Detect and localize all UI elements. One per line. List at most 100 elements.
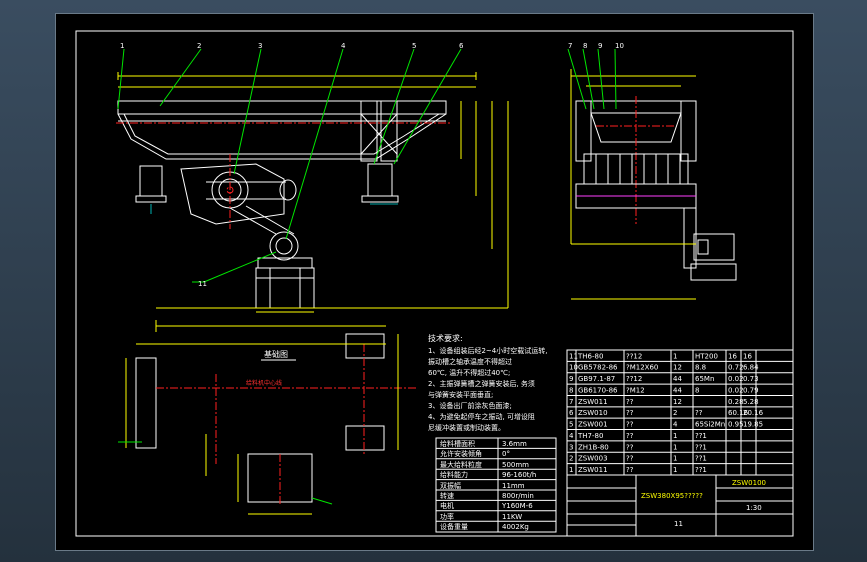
parts-cell: TH7-80 (577, 432, 603, 440)
foundation-plan: 基础图 给料机中心线 (118, 333, 416, 515)
spec-table: 给料槽面积 3.6mm 允许安装倾角 0° 最大给料粒度 500mm 给料能力 … (435, 437, 557, 533)
parts-cell: 8 (695, 386, 699, 394)
spec-value-2: 500mm (502, 461, 529, 469)
parts-cell: ?? (626, 455, 634, 463)
callout-5: 5 (412, 42, 416, 50)
parts-cell: ??1 (695, 455, 707, 463)
parts-cell: 2 (673, 409, 677, 417)
parts-cell: 65Mn (695, 375, 714, 383)
tech-line-4: 2、主振弹簧槽之弹簧安装后, 务须 (428, 379, 535, 388)
parts-cell: 11 (569, 352, 578, 360)
spec-value-1: 0° (502, 450, 510, 458)
foundation-centerline-label: 给料机中心线 (246, 379, 282, 387)
cad-viewport[interactable]: 1 2 3 4 5 6 7 8 9 10 11 基础图 给料机中心线 技术要求:… (0, 0, 867, 562)
parts-cell: 10 (569, 364, 578, 372)
callout-9: 9 (598, 42, 602, 50)
spec-value-7: 11KW (502, 513, 522, 521)
parts-cell: 0.73 (743, 375, 759, 383)
parts-cell: 0.28 (728, 398, 744, 406)
parts-cell: ??1 (695, 432, 707, 440)
parts-cell: 5.28 (743, 398, 759, 406)
parts-cell: ??1 (695, 443, 707, 451)
parts-cell: GB6170-86 (578, 386, 618, 394)
callout-4: 4 (341, 42, 346, 50)
parts-cell: ?? (626, 432, 634, 440)
tech-line-5: 与弹簧安装平面垂直; (428, 390, 493, 399)
parts-cell: 2 (569, 455, 573, 463)
parts-cell: ZSW001 (578, 421, 608, 429)
front-view (116, 48, 509, 332)
parts-cell: ZH1B-80 (578, 443, 609, 451)
spec-label-5: 转速 (440, 491, 454, 500)
parts-cell: 1 (673, 352, 677, 360)
parts-cell: 12 (673, 364, 682, 372)
parts-cell: 16 (728, 352, 737, 360)
parts-cell: 65Si2Mn (695, 421, 725, 429)
title-drawing-no: ZSW0100 (732, 479, 766, 487)
parts-cell: 19.85 (743, 421, 763, 429)
parts-cell: ZSW011 (578, 466, 608, 474)
parts-cell: ??1 (695, 466, 707, 474)
parts-cell: 6 (569, 409, 574, 417)
parts-cell: 1 (569, 466, 573, 474)
spec-value-4: 11mm (502, 482, 525, 490)
parts-cell: 1 (673, 432, 677, 440)
parts-cell: ??12 (626, 375, 642, 383)
parts-cell: 1 (673, 443, 677, 451)
parts-cell: ?? (695, 409, 703, 417)
parts-cell: 44 (673, 386, 682, 394)
spec-value-3: 96-160t/h (502, 471, 536, 479)
parts-cell: ??12 (626, 352, 642, 360)
side-view (567, 48, 737, 300)
spec-label-0: 给料槽面积 (440, 439, 475, 448)
tech-line-8: 尼缓冲装置或制动装置。 (428, 423, 505, 432)
cad-drawing: 1 2 3 4 5 6 7 8 9 10 11 基础图 给料机中心线 技术要求:… (75, 30, 794, 537)
parts-cell: ?? (626, 409, 634, 417)
parts-cell: ?M12X60 (626, 364, 658, 372)
title-model: ZSW380X95????? (641, 492, 703, 500)
title-scale: 1:30 (746, 504, 762, 512)
tech-line-3: 60℃, 温升不得超过40℃; (428, 368, 510, 377)
parts-cell: HT200 (695, 352, 718, 360)
spec-value-0: 3.6mm (502, 440, 527, 448)
spec-value-5: 800r/min (502, 492, 534, 500)
parts-cell: 12 (673, 398, 682, 406)
parts-cell: ?? (626, 421, 634, 429)
callout-1: 1 (120, 42, 124, 50)
parts-cell: TH6-80 (577, 352, 603, 360)
spec-label-4: 双振幅 (440, 481, 461, 490)
parts-cell: 6.84 (743, 364, 759, 372)
drawing-border (75, 30, 794, 537)
callout-3: 3 (258, 42, 262, 50)
parts-cell: 5 (569, 421, 573, 429)
callout-8: 8 (583, 42, 587, 50)
callout-2: 2 (197, 42, 201, 50)
tech-line-1: 1、设备组装后经2~4小时空载试运转, (428, 346, 547, 355)
tech-line-7: 4、为避免起停车之振动, 可增设阻 (428, 412, 535, 421)
title-block: ZSW380X95????? ZSW0100 1:30 11 (566, 474, 794, 537)
parts-cell: 8.8 (695, 364, 706, 372)
spec-label-8: 设备重量 (440, 522, 468, 531)
parts-cell: 0.02 (728, 375, 744, 383)
parts-cell: 9 (569, 375, 573, 383)
callout-11: 11 (198, 280, 207, 288)
parts-cell: 0.72 (728, 364, 744, 372)
spec-label-6: 电机 (440, 501, 454, 510)
parts-cell: 4 (569, 432, 574, 440)
callout-7: 7 (568, 42, 572, 50)
callout-10: 10 (615, 42, 624, 50)
tech-line-2: 振动槽之轴承温度不得超过 (428, 357, 512, 366)
parts-cell: GB97.1-87 (578, 375, 615, 383)
foundation-title: 基础图 (264, 349, 288, 359)
parts-cell: 16 (743, 352, 752, 360)
parts-cell: 44 (673, 375, 682, 383)
drawing-sheet: 1 2 3 4 5 6 7 8 9 10 11 基础图 给料机中心线 技术要求:… (55, 13, 814, 551)
title-sheet-label: 11 (674, 520, 683, 528)
tech-title: 技术要求: (428, 333, 463, 343)
spec-label-2: 最大给料粒度 (440, 460, 482, 469)
parts-cell: 3 (569, 443, 573, 451)
spec-value-6: Y160M-6 (501, 502, 533, 510)
parts-cell: 1 (673, 455, 677, 463)
parts-cell: ?? (626, 443, 634, 451)
tech-line-6: 3、设备出厂前涂灰色面漆; (428, 401, 512, 410)
